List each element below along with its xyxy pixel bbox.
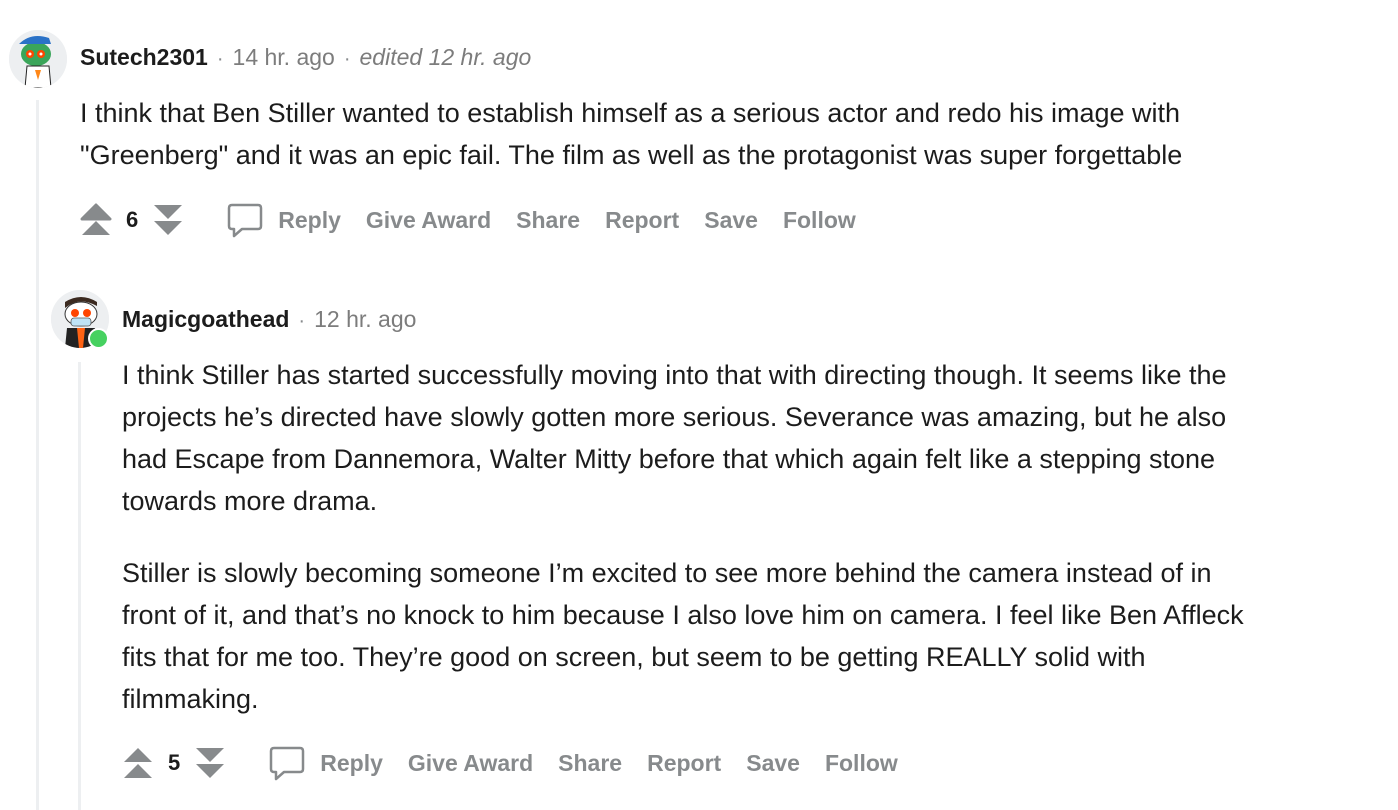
separator-dot: · xyxy=(343,48,351,70)
vote-controls: 6 xyxy=(80,203,184,237)
share-button[interactable]: Share xyxy=(516,207,580,234)
upvote-icon[interactable] xyxy=(80,203,112,237)
comment-actions: 5 Reply Give Award Share Report Save Fol… xyxy=(122,743,923,783)
save-button[interactable]: Save xyxy=(746,750,800,777)
comment-line: front of it, and that’s no knock to him … xyxy=(122,600,1244,630)
reply-button[interactable]: Reply xyxy=(268,744,383,782)
vote-score: 5 xyxy=(168,750,181,775)
separator-dot: · xyxy=(298,310,306,332)
thread-line-reply[interactable] xyxy=(78,362,81,810)
timestamp[interactable]: 12 hr. ago xyxy=(314,306,416,333)
give-award-button[interactable]: Give Award xyxy=(408,750,533,777)
report-button[interactable]: Report xyxy=(647,750,721,777)
reply-label[interactable]: Reply xyxy=(278,207,341,234)
author-name[interactable]: Sutech2301 xyxy=(80,44,208,71)
comment-body: I think that Ben Stiller wanted to estab… xyxy=(80,92,1182,206)
comment-text: I think that Ben Stiller wanted to estab… xyxy=(80,92,1182,176)
give-award-button[interactable]: Give Award xyxy=(366,207,491,234)
vote-score: 6 xyxy=(126,207,139,232)
comment-paragraph: I think Stiller has started successfully… xyxy=(122,354,1244,522)
avatar[interactable] xyxy=(9,30,67,88)
downvote-icon[interactable] xyxy=(194,746,226,780)
comment-line: had Escape from Dannemora, Walter Mitty … xyxy=(122,444,1216,474)
comment-bubble-icon xyxy=(228,203,263,238)
comment-meta: Sutech2301 · 14 hr. ago · edited 12 hr. … xyxy=(80,44,531,71)
reply-button[interactable]: Reply xyxy=(226,201,341,239)
comment-line: towards more drama. xyxy=(122,486,378,516)
follow-button[interactable]: Follow xyxy=(783,207,856,234)
comment-line: projects he’s directed have slowly gotte… xyxy=(122,402,1227,432)
author-name[interactable]: Magicgoathead xyxy=(122,306,289,333)
report-button[interactable]: Report xyxy=(605,207,679,234)
timestamp[interactable]: 14 hr. ago xyxy=(233,44,335,71)
online-status-indicator xyxy=(88,328,109,349)
snoo-avatar-icon xyxy=(9,30,67,88)
comment-line: Stiller is slowly becoming someone I’m e… xyxy=(122,558,1212,588)
edited-label: edited 12 hr. ago xyxy=(359,44,532,70)
follow-button[interactable]: Follow xyxy=(825,750,898,777)
comment-bubble-icon xyxy=(270,746,305,781)
comment-line: I think Stiller has started successfully… xyxy=(122,360,1227,390)
comment-line: filmmaking. xyxy=(122,684,259,714)
reply-label[interactable]: Reply xyxy=(320,750,383,777)
downvote-icon[interactable] xyxy=(152,203,184,237)
vote-controls: 5 xyxy=(122,746,226,780)
comment-line: "Greenberg" and it was an epic fail. The… xyxy=(80,140,1183,170)
comment-meta: Magicgoathead · 12 hr. ago xyxy=(122,306,416,333)
comment-paragraph: Stiller is slowly becoming someone I’m e… xyxy=(122,552,1244,720)
comment-line: fits that for me too. They’re good on sc… xyxy=(122,642,1146,672)
comment-line: I think that Ben Stiller wanted to estab… xyxy=(80,98,1181,128)
comment-body: I think Stiller has started successfully… xyxy=(122,354,1244,750)
thread-line-top[interactable] xyxy=(36,100,39,810)
separator-dot: · xyxy=(216,48,224,70)
comment-actions: 6 Reply Give Award Share Report Save Fol… xyxy=(80,200,881,240)
upvote-icon[interactable] xyxy=(122,746,154,780)
share-button[interactable]: Share xyxy=(558,750,622,777)
save-button[interactable]: Save xyxy=(704,207,758,234)
